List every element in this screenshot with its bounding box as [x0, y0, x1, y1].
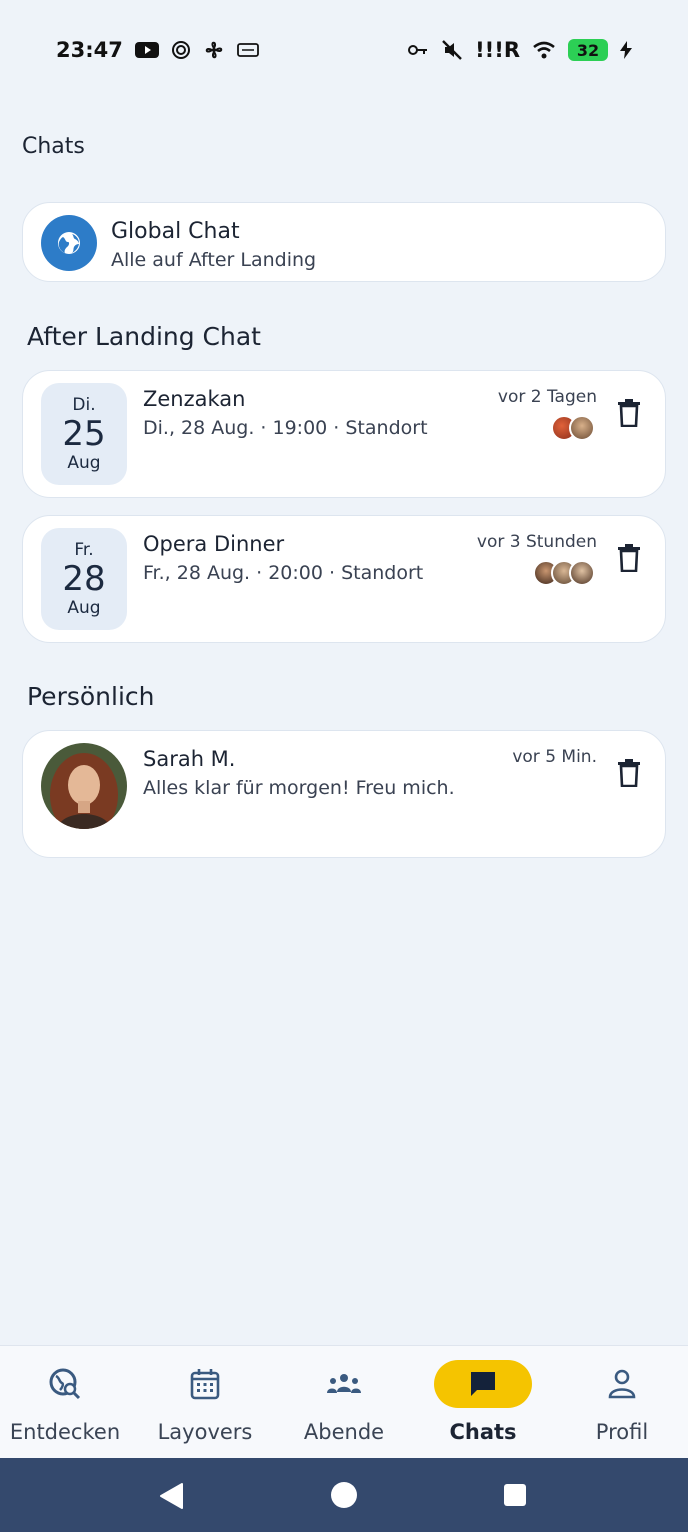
chat-time: vor 2 Tagen [497, 387, 597, 407]
back-icon[interactable] [158, 1482, 184, 1510]
section-title-personal: Persönlich [27, 682, 155, 711]
chat-subtitle: Fr., 28 Aug. · 20:00 · Standort [143, 562, 424, 584]
nav-item-profil[interactable]: Profil [553, 1346, 688, 1459]
global-chat-title: Global Chat [111, 219, 240, 244]
chat-last-message: Alles klar für morgen! Freu mich. [143, 777, 455, 799]
chat-subtitle: Di., 28 Aug. · 19:00 · Standort [143, 417, 428, 439]
fan-icon [205, 41, 223, 59]
group-icon [327, 1374, 361, 1393]
wifi-icon [533, 41, 555, 59]
mute-icon [442, 40, 462, 60]
page-title: Chats [22, 134, 85, 159]
participant-avatars [551, 415, 595, 441]
nav-active-indicator [434, 1360, 532, 1408]
nav-label: Abende [303, 1420, 385, 1444]
calendar-icon [190, 1369, 220, 1400]
date-badge: Fr. 28 Aug [41, 528, 127, 630]
participant-avatars [533, 560, 595, 586]
global-chat-subtitle: Alle auf After Landing [111, 249, 317, 271]
globe-icon [41, 215, 97, 271]
participant-avatar [569, 415, 595, 441]
chat-title: Sarah M. [143, 747, 236, 771]
nav-label: Chats [449, 1420, 517, 1444]
global-chat-card[interactable]: Global Chat Alle auf After Landing [22, 202, 666, 282]
globe-search-icon [49, 1368, 81, 1400]
date-weekday: Di. [72, 395, 96, 415]
nav-item-chats[interactable]: Chats [414, 1346, 552, 1459]
nav-label: Layovers [157, 1420, 253, 1444]
date-month: Aug [67, 453, 101, 473]
date-weekday: Fr. [74, 540, 94, 560]
battery-icon: 32 [568, 39, 608, 61]
spiral-icon [171, 41, 190, 59]
system-nav-bar [0, 1458, 688, 1532]
nav-label: Profil [595, 1420, 649, 1444]
date-day: 25 [62, 414, 106, 454]
status-time: 23:47 [56, 38, 123, 62]
status-bar: 23:47 !!!R 32 [0, 0, 688, 100]
participant-avatar [569, 560, 595, 586]
key-icon [408, 45, 428, 55]
event-chat-card[interactable]: Di. 25 Aug Zenzakan Di., 28 Aug. · 19:00… [22, 370, 666, 498]
nfc-icon [236, 43, 259, 57]
person-icon [608, 1369, 636, 1399]
nav-item-abende[interactable]: Abende [275, 1346, 413, 1459]
youtube-icon [134, 42, 159, 58]
section-title-after-landing: After Landing Chat [27, 322, 261, 351]
event-chat-card[interactable]: Fr. 28 Aug Opera Dinner Fr., 28 Aug. · 2… [22, 515, 666, 643]
trash-icon[interactable] [617, 759, 641, 787]
date-month: Aug [67, 598, 101, 618]
nav-item-layovers[interactable]: Layovers [136, 1346, 274, 1459]
chat-bubble-icon [471, 1372, 495, 1396]
battery-level: 32 [576, 40, 600, 60]
network-indicator: !!!R [475, 38, 520, 62]
chat-time: vor 3 Stunden [476, 532, 597, 552]
charging-icon [620, 41, 632, 59]
chat-title: Zenzakan [143, 387, 246, 411]
trash-icon[interactable] [617, 399, 641, 427]
recents-icon[interactable] [503, 1483, 527, 1507]
nav-label: Entdecken [9, 1420, 121, 1444]
chat-title: Opera Dinner [143, 532, 285, 556]
date-badge: Di. 25 Aug [41, 383, 127, 485]
date-day: 28 [62, 559, 106, 599]
chat-time: vor 5 Min. [512, 747, 597, 767]
bottom-nav: Entdecken Layovers Abende Chats Profil [0, 1345, 688, 1458]
home-icon[interactable] [330, 1481, 358, 1509]
personal-chat-card[interactable]: Sarah M. Alles klar für morgen! Freu mic… [22, 730, 666, 858]
trash-icon[interactable] [617, 544, 641, 572]
nav-item-entdecken[interactable]: Entdecken [0, 1346, 134, 1459]
avatar [41, 743, 127, 829]
